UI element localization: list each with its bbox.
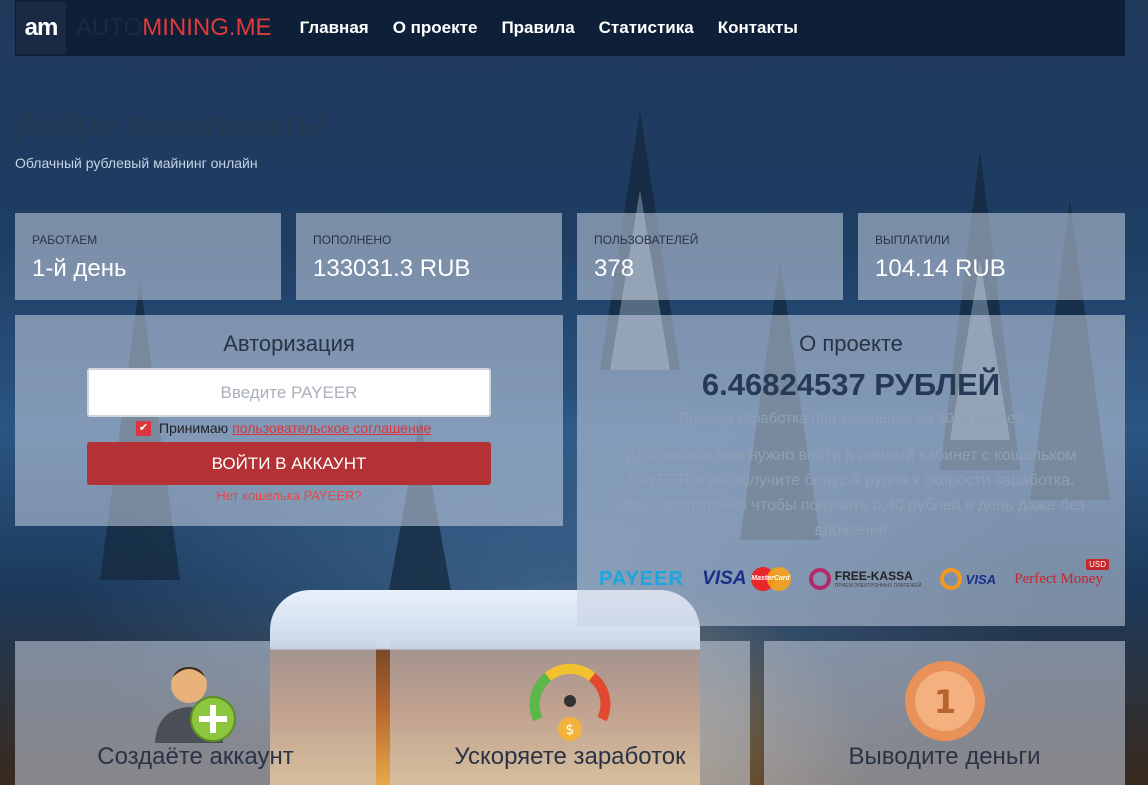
nav-link-home[interactable]: Главная [300, 18, 369, 38]
stat-label: РАБОТАЕМ [32, 233, 98, 247]
step-card-withdraw: 1 Выводите деньги [764, 641, 1125, 785]
nav-link-contacts[interactable]: Контакты [718, 18, 798, 38]
brand-logo[interactable]: am [16, 2, 66, 54]
about-amount: 6.46824537 РУБЛЕЙ [701, 367, 1001, 402]
nav-link-about[interactable]: О проекте [393, 18, 478, 38]
about-panel: О проекте 6.46824537 РУБЛЕЙ Пример зараб… [577, 315, 1125, 626]
auth-panel: Авторизация ✔ Принимаю пользовательское … [15, 315, 563, 526]
coin-icon: 1 [904, 661, 985, 741]
brand-name-part2: MINING.ME [142, 14, 272, 41]
no-wallet-link[interactable]: Нет кошелька PAYEER? [15, 488, 563, 503]
brand-name[interactable]: AUTOMINING.ME [76, 14, 272, 42]
about-text: Для начала вам нужно войти в личный каби… [616, 447, 1086, 539]
perfect-money-logo: Perfect Money USD [1014, 558, 1109, 588]
step-card-boost: $ Ускоряете заработок [390, 641, 750, 785]
stat-card-paid: ВЫПЛАТИЛИ 104.14 RUB [858, 213, 1125, 300]
login-button[interactable]: ВОЙТИ В АККАУНТ [87, 442, 491, 485]
stat-card-users: ПОЛЬЗОВАТЕЛЕЙ 378 [577, 213, 843, 300]
agree-row: ✔ Принимаю пользовательское соглашение [136, 420, 431, 436]
add-user-icon [154, 667, 236, 743]
speed-gauge-icon: $ [529, 663, 611, 741]
step-title: Ускоряете заработок [454, 743, 686, 770]
nav-link-stats[interactable]: Статистика [599, 18, 694, 38]
brand-name-part1: AUTO [76, 14, 143, 41]
auth-title: Авторизация [223, 331, 355, 356]
perfect-money-label: Perfect Money [1014, 570, 1103, 587]
nav-links: Главная О проекте Правила Статистика Кон… [300, 18, 798, 38]
stat-card-deposited: ПОПОЛНЕНО 133031.3 RUB [296, 213, 562, 300]
visa-mastercard-logo: VISA MasterCard [702, 567, 791, 591]
step-card-create: Создаёте аккаунт [15, 641, 376, 785]
hero-subtitle: Облачный рублевый майнинг онлайн [15, 155, 258, 171]
usd-badge: USD [1086, 558, 1109, 570]
mastercard-icon: MasterCard [750, 567, 791, 591]
mastercard-label: MasterCard [751, 575, 790, 582]
svg-text:1: 1 [933, 683, 955, 721]
top-navbar: am AUTOMINING.ME Главная О проекте Прави… [15, 0, 1125, 56]
qiwi-icon [939, 568, 962, 590]
svg-text:$: $ [566, 722, 575, 738]
freekassa-label: FREE-KASSA [834, 569, 913, 583]
payeer-logo: PAYEER [599, 567, 684, 590]
agree-checkbox[interactable]: ✔ [136, 420, 151, 436]
stat-label: ВЫПЛАТИЛИ [875, 233, 950, 247]
step-title: Выводите деньги [848, 743, 1041, 770]
hero-title: Добро пожаловать! [15, 106, 328, 142]
payeer-input[interactable] [87, 368, 491, 417]
nav-link-rules[interactable]: Правила [501, 18, 574, 38]
about-title: О проекте [799, 331, 903, 356]
about-subtitle: Пример заработка при ускорении на 3000 р… [678, 410, 1024, 427]
freekassa-sublabel: ПРИЕМ ЭЛЕКТРОННЫХ ПЛАТЕЖЕЙ [834, 583, 922, 589]
agree-text: Принимаю [159, 420, 229, 436]
stat-value: 133031.3 RUB [313, 255, 471, 282]
qiwi-visa-logo: VISA [939, 568, 997, 590]
stat-value: 1-й день [32, 255, 127, 282]
freekassa-icon [808, 568, 831, 590]
stat-value: 378 [594, 255, 635, 282]
step-title: Создаёте аккаунт [97, 743, 294, 770]
stat-label: ПОЛЬЗОВАТЕЛЕЙ [594, 233, 699, 247]
stat-card-working: РАБОТАЕМ 1-й день [15, 213, 281, 300]
user-agreement-link[interactable]: пользовательское соглашение [232, 420, 431, 436]
visa-logo: VISA [702, 568, 747, 589]
payment-logos: PAYEER VISA MasterCard FREE-KASSA ПРИЕМ … [599, 558, 1109, 591]
freekassa-logo: FREE-KASSA ПРИЕМ ЭЛЕКТРОННЫХ ПЛАТЕЖЕЙ [808, 568, 922, 590]
qiwi-visa-label: VISA [965, 571, 997, 587]
stat-value: 104.14 RUB [875, 255, 1006, 282]
stat-label: ПОПОЛНЕНО [313, 233, 392, 247]
